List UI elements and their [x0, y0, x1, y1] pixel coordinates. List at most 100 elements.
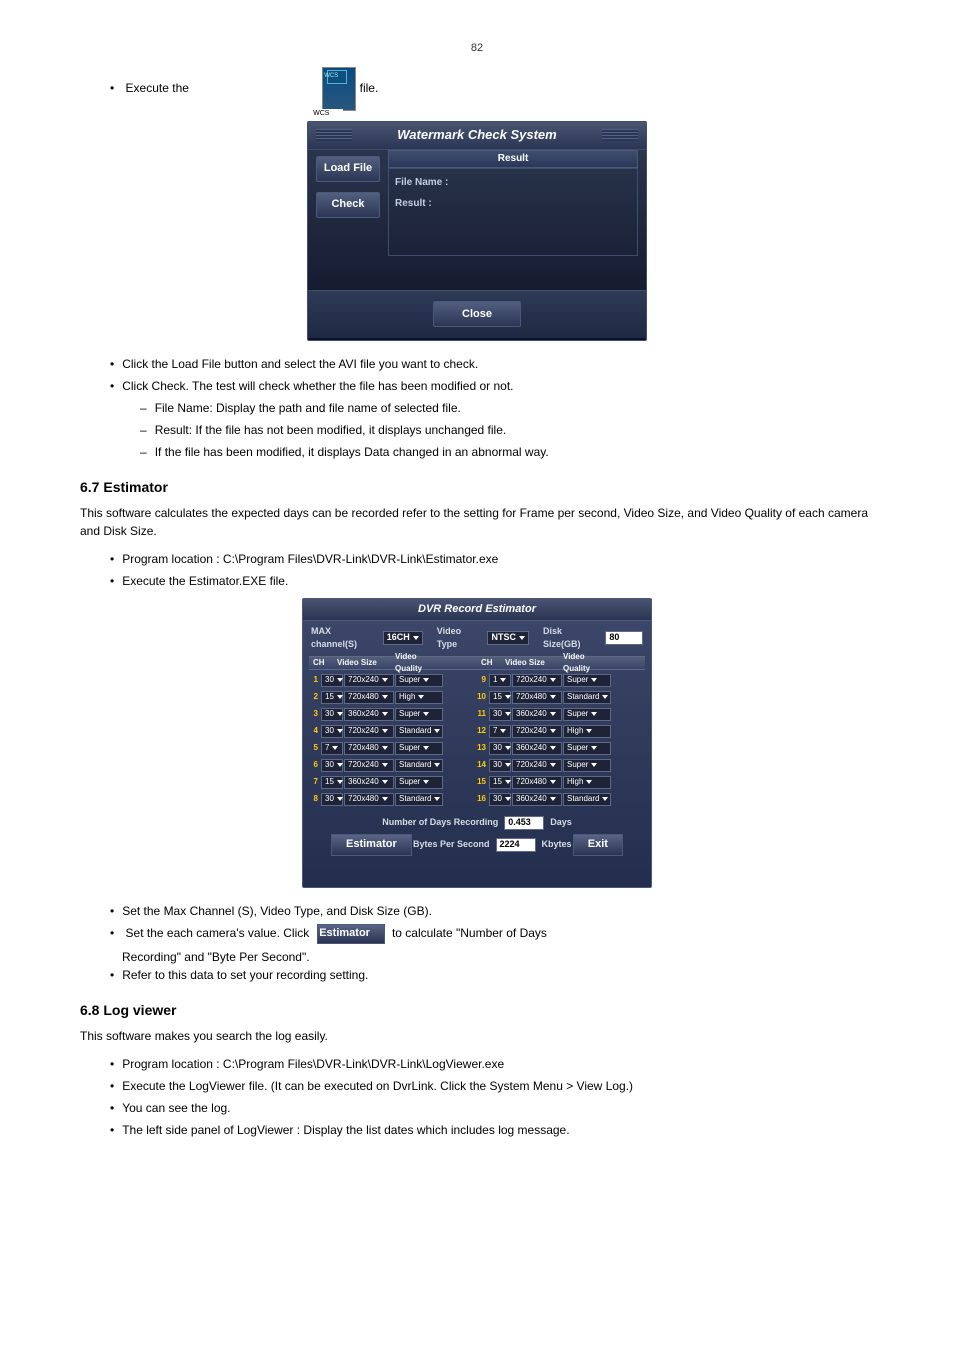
est-quality-select[interactable]: Standard: [395, 725, 443, 738]
est-fps-select[interactable]: 30: [321, 759, 343, 772]
chevron-down-icon: [337, 678, 343, 682]
est-quality-select[interactable]: Standard: [395, 793, 443, 806]
est-left-column: CH Video Size Video Quality 1 30 720x240…: [309, 656, 477, 808]
est-quality-select[interactable]: Super: [563, 708, 611, 721]
est-quality-select[interactable]: High: [395, 691, 443, 704]
hdr-size: Video Size: [337, 657, 395, 669]
est-size-select[interactable]: 360x240: [512, 793, 562, 806]
est-fps-select[interactable]: 15: [321, 776, 343, 789]
section-log-title: 6.8 Log viewer: [80, 1000, 874, 1021]
est-title: DVR Record Estimator: [303, 599, 651, 621]
est-size-select[interactable]: 360x240: [512, 708, 562, 721]
bullet-set-max: Set the Max Channel (S), Video Type, and…: [110, 902, 874, 920]
chevron-down-icon: [591, 678, 597, 682]
est-row: 6 30 720x240 Standard: [309, 757, 477, 774]
bullet-log-location: Program location : C:\Program Files\DVR-…: [110, 1055, 874, 1073]
est-quality-select[interactable]: Super: [395, 708, 443, 721]
chevron-down-icon: [550, 746, 556, 750]
est-size-select[interactable]: 720x480: [512, 776, 562, 789]
max-channel-label: MAX channel(S): [311, 625, 379, 652]
chevron-down-icon: [505, 695, 511, 699]
est-ch-num: 6: [309, 759, 320, 771]
est-size-select[interactable]: 720x480: [344, 742, 394, 755]
titlebar-stripes-left: [316, 129, 352, 141]
est-fps-select[interactable]: 30: [321, 725, 343, 738]
est-size-select[interactable]: 360x240: [344, 776, 394, 789]
est-fps-select[interactable]: 30: [321, 793, 343, 806]
chevron-down-icon: [602, 797, 608, 801]
est-size-select[interactable]: 720x480: [344, 793, 394, 806]
est-fps-select[interactable]: 30: [489, 759, 511, 772]
est-fps-select[interactable]: 15: [321, 691, 343, 704]
est-fps-select[interactable]: 30: [321, 708, 343, 721]
check-button[interactable]: Check: [316, 192, 380, 218]
est-quality-select[interactable]: Super: [563, 759, 611, 772]
text-prefix: Set the each camera's value. Click: [126, 926, 313, 940]
hdr-ch: CH: [309, 657, 337, 669]
section-estimator-title: 6.7 Estimator: [80, 477, 874, 498]
exit-button[interactable]: Exit: [573, 834, 623, 856]
est-header-row: CH Video Size Video Quality: [309, 656, 477, 670]
est-quality-select[interactable]: Super: [563, 742, 611, 755]
est-size-select[interactable]: 720x240: [344, 725, 394, 738]
dash-result-bad: If the file has been modified, it displa…: [140, 443, 874, 461]
est-fps-select[interactable]: 30: [489, 742, 511, 755]
dash-result-ok: Result: If the file has not been modifie…: [140, 421, 874, 439]
video-type-label: Video Type: [437, 625, 484, 652]
section-log-body: This software makes you search the log e…: [80, 1027, 874, 1045]
chevron-down-icon: [550, 712, 556, 716]
chevron-down-icon: [591, 763, 597, 767]
est-size-select[interactable]: 720x480: [344, 691, 394, 704]
est-quality-select[interactable]: High: [563, 776, 611, 789]
est-quality-select[interactable]: Super: [395, 742, 443, 755]
video-type-select[interactable]: NTSC: [487, 631, 529, 645]
est-size-select[interactable]: 720x240: [512, 725, 562, 738]
wcs-window: Watermark Check System Load File Check R…: [307, 121, 647, 341]
est-size-select[interactable]: 720x240: [512, 674, 562, 687]
est-quality-select[interactable]: Super: [395, 674, 443, 687]
dash-filename: File Name: Display the path and file nam…: [140, 399, 874, 417]
chevron-down-icon: [337, 712, 343, 716]
disk-size-input[interactable]: 80: [605, 631, 643, 645]
est-size-select[interactable]: 360x240: [344, 708, 394, 721]
est-fps-select[interactable]: 15: [489, 776, 511, 789]
close-button[interactable]: Close: [433, 301, 521, 327]
max-channel-select[interactable]: 16CH: [383, 631, 423, 645]
est-quality-select[interactable]: High: [563, 725, 611, 738]
est-fps-select[interactable]: 30: [489, 708, 511, 721]
bullet-loadfile: Click the Load File button and select th…: [110, 355, 874, 373]
est-quality-select[interactable]: Super: [563, 674, 611, 687]
chevron-down-icon: [550, 797, 556, 801]
est-row: 2 15 720x480 High: [309, 689, 477, 706]
est-quality-select[interactable]: Standard: [563, 793, 611, 806]
est-quality-select[interactable]: Standard: [563, 691, 611, 704]
est-fps-select[interactable]: 15: [489, 691, 511, 704]
est-fps-select[interactable]: 30: [321, 674, 343, 687]
est-quality-select[interactable]: Super: [395, 776, 443, 789]
page-number: 82: [80, 40, 874, 57]
chevron-down-icon: [413, 636, 419, 640]
result-label: Result :: [395, 196, 631, 211]
chevron-down-icon: [337, 763, 343, 767]
est-fps-select[interactable]: 30: [489, 793, 511, 806]
est-fps-select[interactable]: 7: [321, 742, 343, 755]
est-quality-select[interactable]: Standard: [395, 759, 443, 772]
chevron-down-icon: [382, 729, 388, 733]
est-fps-select[interactable]: 1: [489, 674, 511, 687]
bullet-refer: Refer to this data to set your recording…: [110, 966, 874, 984]
wcs-icon-label: WCS: [311, 109, 343, 120]
chevron-down-icon: [505, 712, 511, 716]
chevron-down-icon: [519, 636, 525, 640]
bullet-est-execute: Execute the Estimator.EXE file.: [110, 572, 874, 590]
est-size-select[interactable]: 720x240: [344, 759, 394, 772]
estimator-button[interactable]: Estimator: [331, 834, 412, 856]
chevron-down-icon: [337, 797, 343, 801]
est-fps-select[interactable]: 7: [489, 725, 511, 738]
est-size-select[interactable]: 720x480: [512, 691, 562, 704]
est-size-select[interactable]: 720x240: [512, 759, 562, 772]
estimator-button-inline[interactable]: Estimator: [317, 924, 385, 944]
text-suffix: file.: [360, 81, 379, 95]
load-file-button[interactable]: Load File: [316, 156, 380, 182]
est-size-select[interactable]: 360x240: [512, 742, 562, 755]
est-size-select[interactable]: 720x240: [344, 674, 394, 687]
